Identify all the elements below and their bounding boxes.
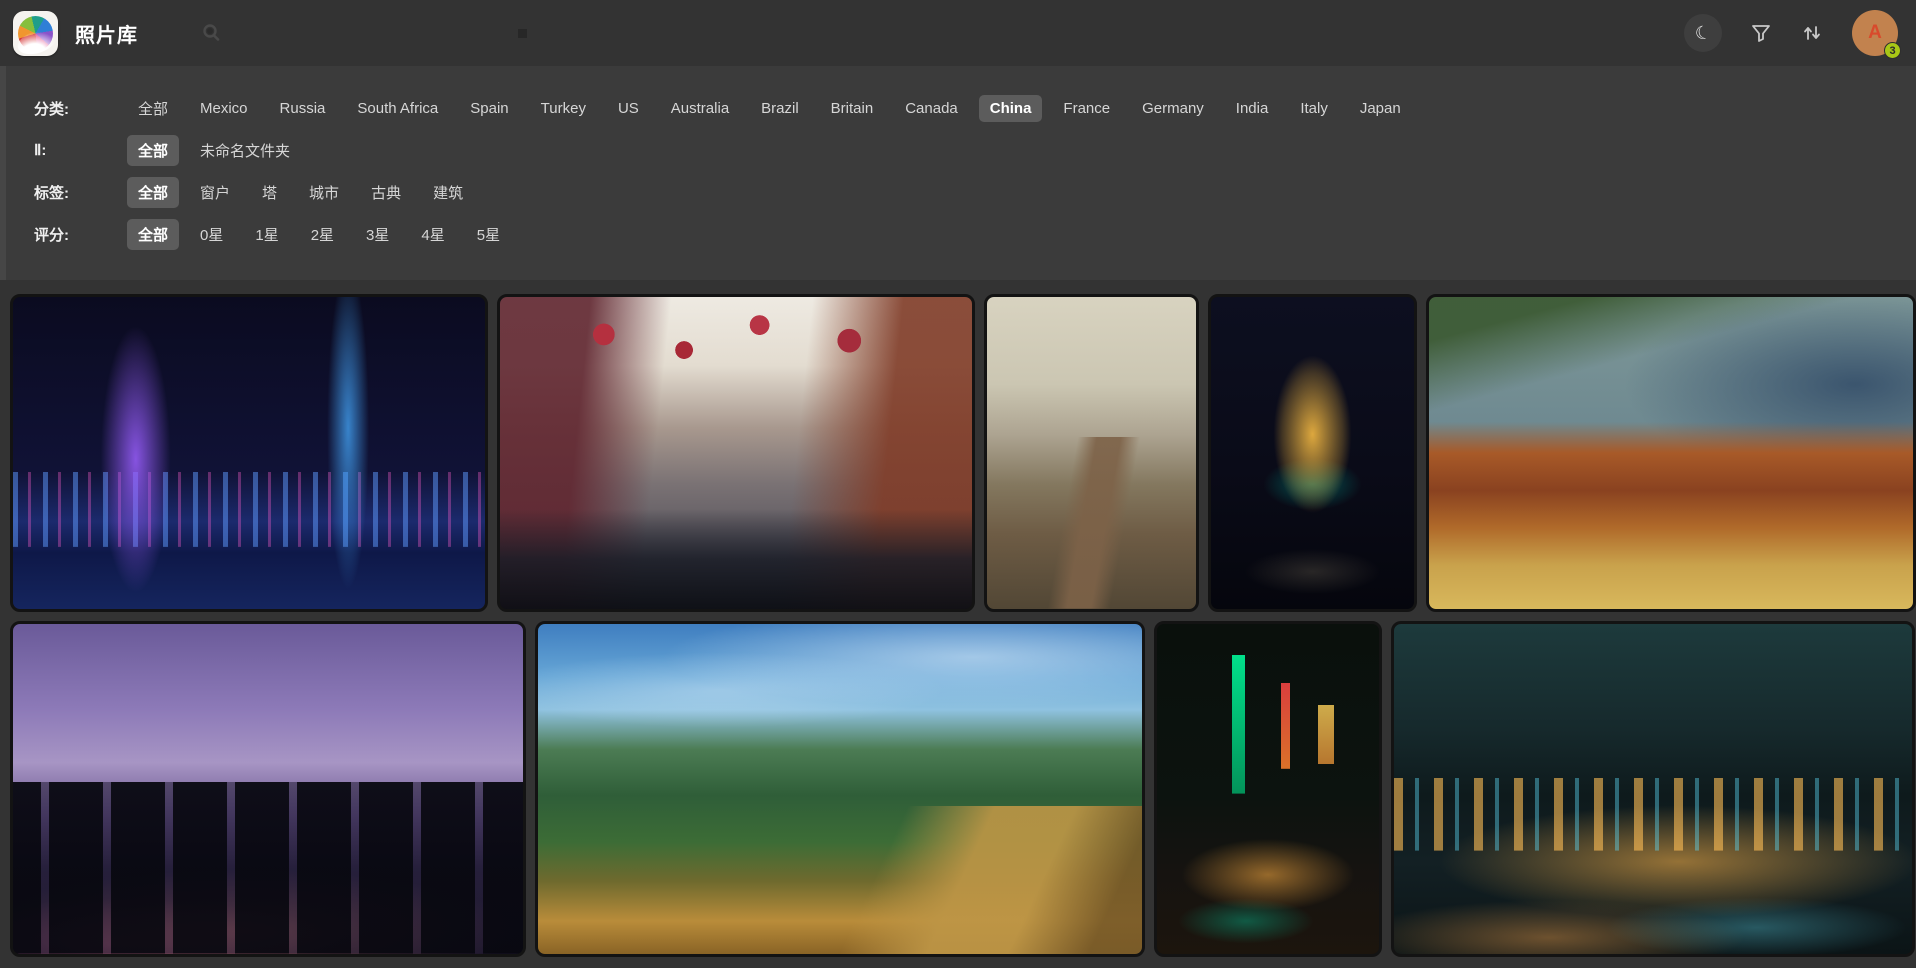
filter-icon bbox=[1750, 22, 1772, 44]
filter-option[interactable]: 古典 bbox=[360, 177, 412, 208]
avatar-initial: A bbox=[1868, 22, 1882, 44]
photo-thumbnail-shanghai-skyline-night[interactable] bbox=[10, 294, 488, 612]
filter-option-selected[interactable]: 全部 bbox=[127, 177, 179, 208]
filter-option[interactable]: Spain bbox=[459, 95, 519, 122]
moon-icon: ☾ bbox=[1693, 21, 1714, 45]
filter-option[interactable]: Russia bbox=[269, 95, 337, 122]
photo-row bbox=[10, 621, 1916, 957]
filter-options: 全部 0星 1星 2星 3星 4星 5星 bbox=[127, 219, 511, 250]
filter-option[interactable]: US bbox=[607, 95, 650, 122]
filter-row-3: 评分:全部 0星 1星 2星 3星 4星 5星 bbox=[34, 218, 1896, 250]
filter-option[interactable]: Brazil bbox=[750, 95, 810, 122]
filter-row-0: 分类:全部 Mexico Russia South Africa Spain Turkey… bbox=[34, 92, 1896, 124]
filter-label: 标签: bbox=[34, 182, 127, 203]
filter-label: 评分: bbox=[34, 224, 127, 245]
filter-option-selected[interactable]: China bbox=[979, 95, 1043, 122]
filter-option[interactable]: 3星 bbox=[355, 219, 400, 250]
filter-options: 全部窗户塔城市古典建筑 bbox=[127, 177, 474, 208]
filter-option[interactable]: 未命名文件夹 bbox=[189, 135, 301, 166]
app-logo-icon[interactable] bbox=[13, 11, 58, 56]
filter-option[interactable]: 5星 bbox=[466, 219, 511, 250]
topbar-actions: ☾ A 3 bbox=[1684, 10, 1898, 56]
filter-panel: 分类:全部MexicoRussiaSouth AfricaSpainTurkey… bbox=[0, 66, 1916, 280]
filter-option[interactable]: 建筑 bbox=[422, 177, 474, 208]
photo-row bbox=[10, 294, 1916, 612]
filter-option[interactable]: India bbox=[1225, 95, 1280, 122]
filter-option[interactable]: Mexico bbox=[189, 95, 259, 122]
filter-options: 全部未命名文件夹 bbox=[127, 135, 301, 166]
sort-button[interactable] bbox=[1800, 21, 1824, 45]
photo-thumbnail-chinatown-street[interactable] bbox=[497, 294, 975, 612]
avatar-status-badge: 3 bbox=[1884, 42, 1901, 59]
search-icon[interactable] bbox=[200, 22, 222, 44]
filter-option[interactable]: Japan bbox=[1349, 95, 1412, 122]
filter-option[interactable]: 1星 bbox=[244, 219, 289, 250]
photo-thumbnail-beijing-skyline-dusk[interactable] bbox=[10, 621, 526, 957]
dark-mode-toggle-button[interactable]: ☾ bbox=[1684, 14, 1722, 52]
photo-thumbnail-pagoda-night[interactable] bbox=[1208, 294, 1417, 612]
filter-option[interactable]: 塔 bbox=[251, 177, 288, 208]
filter-option[interactable]: Turkey bbox=[530, 95, 597, 122]
photo-thumbnail-great-wall-green[interactable] bbox=[535, 621, 1145, 957]
photo-thumbnail-temple-rooftops[interactable] bbox=[1426, 294, 1916, 612]
filter-option[interactable]: 窗户 bbox=[189, 177, 241, 208]
filter-option[interactable]: Germany bbox=[1131, 95, 1215, 122]
filter-option[interactable]: Italy bbox=[1289, 95, 1339, 122]
filter-option[interactable]: France bbox=[1052, 95, 1121, 122]
filter-option[interactable]: Canada bbox=[894, 95, 969, 122]
filter-options: 全部 Mexico Russia South Africa Spain Turkey US A… bbox=[127, 93, 1412, 124]
filter-option-selected[interactable]: 全部 bbox=[127, 135, 179, 166]
filter-button[interactable] bbox=[1750, 22, 1772, 44]
filter-option[interactable]: 全部 bbox=[127, 93, 179, 124]
filter-label: 分类: bbox=[34, 98, 127, 119]
filter-option[interactable]: South Africa bbox=[346, 95, 449, 122]
filter-row-1: Ⅱ:全部未命名文件夹 bbox=[34, 134, 1896, 166]
filter-option[interactable]: 城市 bbox=[298, 177, 350, 208]
topbar: 照片库 ☾ A 3 bbox=[0, 0, 1916, 66]
photo-thumbnail-great-wall-mist[interactable] bbox=[984, 294, 1199, 612]
photo-gallery bbox=[0, 280, 1916, 957]
filter-option[interactable]: 2星 bbox=[300, 219, 345, 250]
photo-thumbnail-hongkong-neon-street[interactable] bbox=[1154, 621, 1382, 957]
filter-option[interactable]: 0星 bbox=[189, 219, 234, 250]
app-title: 照片库 bbox=[75, 19, 138, 48]
photo-thumbnail-chongqing-night[interactable] bbox=[1391, 621, 1915, 957]
sort-icon bbox=[1800, 21, 1824, 45]
filter-option[interactable]: Britain bbox=[820, 95, 885, 122]
filter-option[interactable]: Australia bbox=[660, 95, 740, 122]
collapsed-toolbar-icon[interactable] bbox=[518, 29, 527, 38]
user-avatar[interactable]: A 3 bbox=[1852, 10, 1898, 56]
filter-label: Ⅱ: bbox=[34, 141, 127, 159]
filter-row-2: 标签:全部窗户塔城市古典建筑 bbox=[34, 176, 1896, 208]
filter-option[interactable]: 4星 bbox=[410, 219, 455, 250]
panel-edge-highlight bbox=[0, 66, 6, 280]
filter-option-selected[interactable]: 全部 bbox=[127, 219, 179, 250]
